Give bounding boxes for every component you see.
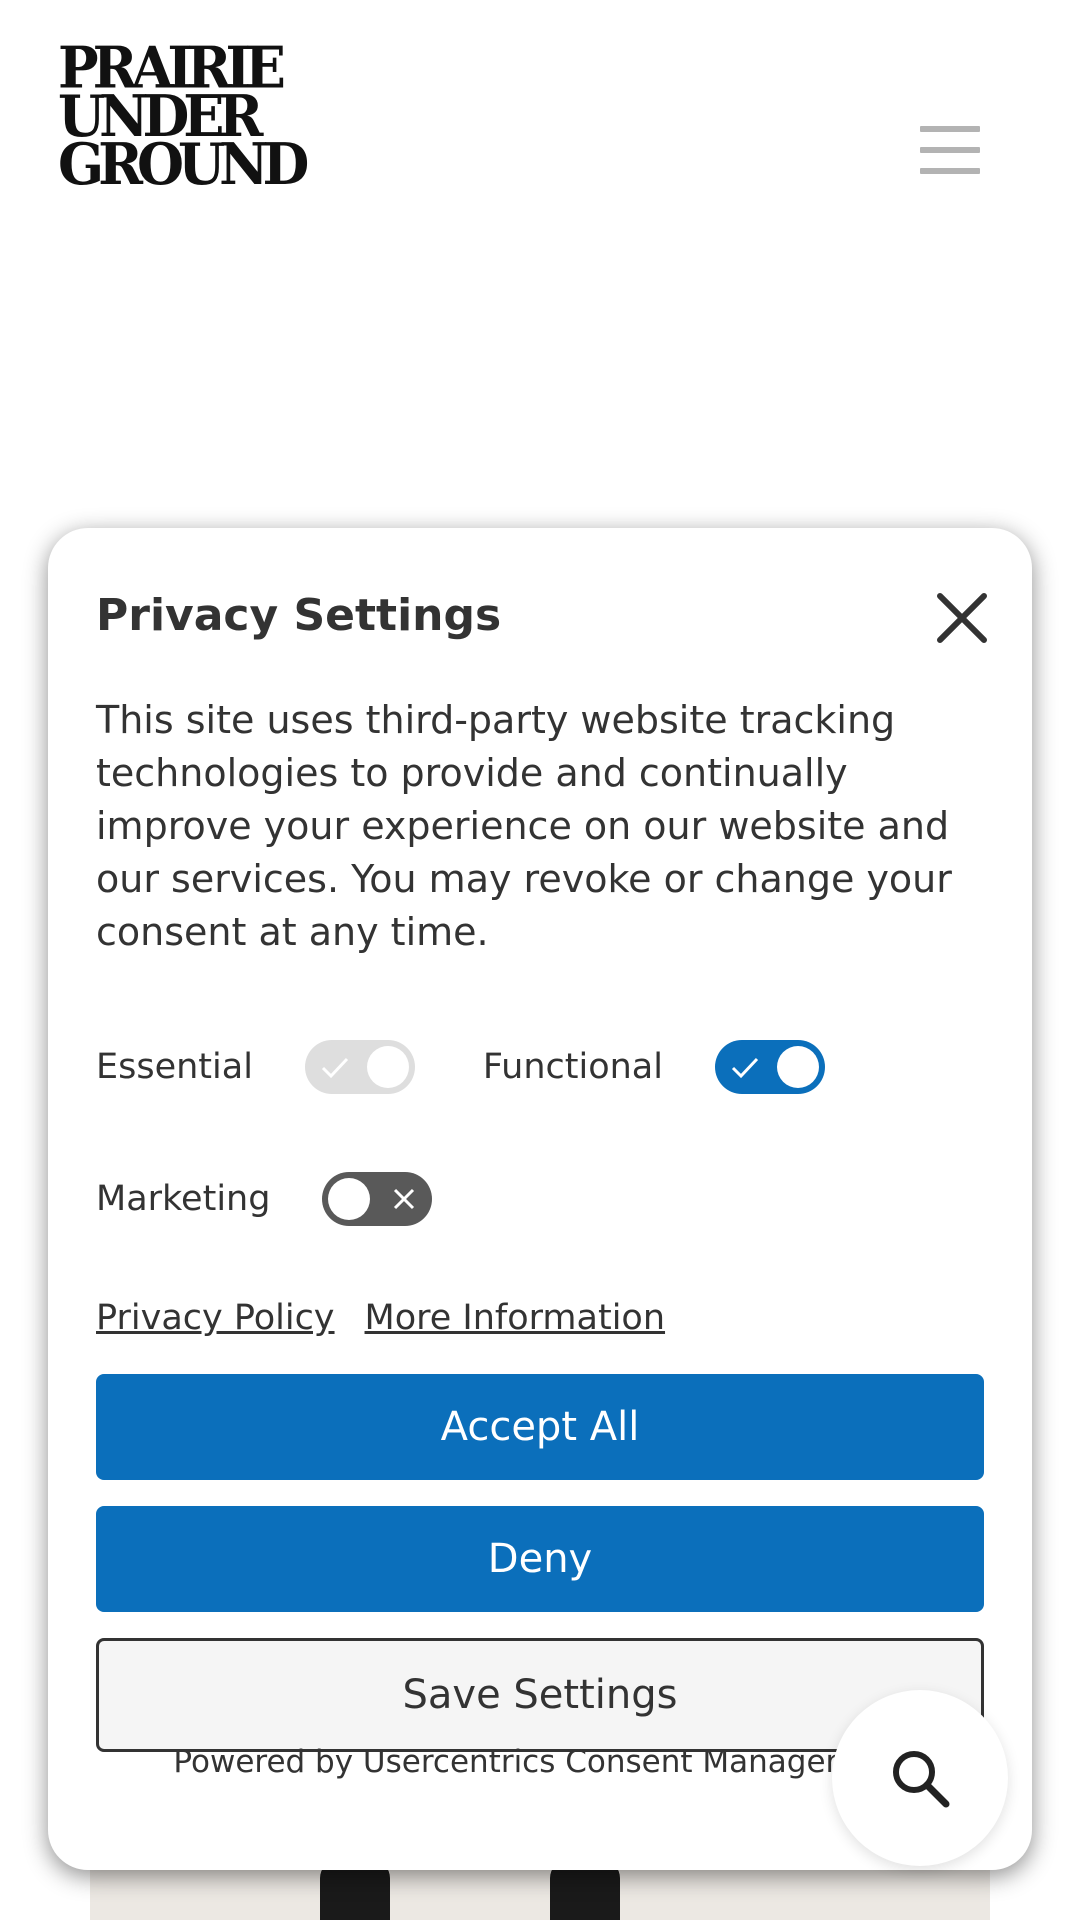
privacy-policy-link[interactable]: Privacy Policy [96, 1298, 335, 1338]
close-icon[interactable] [934, 590, 990, 646]
dialog-title: Privacy Settings [96, 590, 502, 641]
check-icon [321, 1057, 349, 1079]
logo-line: GROUND [58, 130, 309, 198]
toggle-knob [328, 1178, 371, 1220]
search-button[interactable] [832, 1690, 1008, 1866]
privacy-settings-dialog: Privacy Settings This site uses third-pa… [48, 528, 1032, 1870]
menu-bar [920, 126, 980, 132]
accept-all-button[interactable]: Accept All [96, 1374, 984, 1480]
brand-logo[interactable]: PRAIRIE UNDER GROUND [58, 39, 309, 198]
essential-label: Essential [96, 1047, 253, 1087]
menu-bar [920, 168, 980, 174]
essential-toggle [304, 1040, 415, 1094]
more-information-link[interactable]: More Information [365, 1298, 666, 1338]
marketing-toggle[interactable] [322, 1172, 433, 1226]
marketing-label: Marketing [96, 1179, 271, 1219]
deny-button[interactable]: Deny [96, 1506, 984, 1612]
hamburger-icon[interactable] [920, 126, 980, 174]
consent-toggle-row: Essential Functional [96, 1040, 825, 1094]
dialog-description: This site uses third-party website track… [96, 698, 952, 954]
functional-label: Functional [482, 1047, 663, 1087]
consent-toggle-row: Marketing [96, 1172, 433, 1226]
toggle-knob [776, 1046, 819, 1088]
check-icon [731, 1057, 759, 1079]
cross-icon [394, 1188, 415, 1210]
menu-bar [920, 147, 980, 153]
functional-toggle[interactable] [714, 1040, 825, 1094]
policy-links: Privacy Policy More Information [96, 1298, 665, 1338]
toggle-knob [366, 1046, 409, 1088]
search-icon [893, 1751, 950, 1808]
